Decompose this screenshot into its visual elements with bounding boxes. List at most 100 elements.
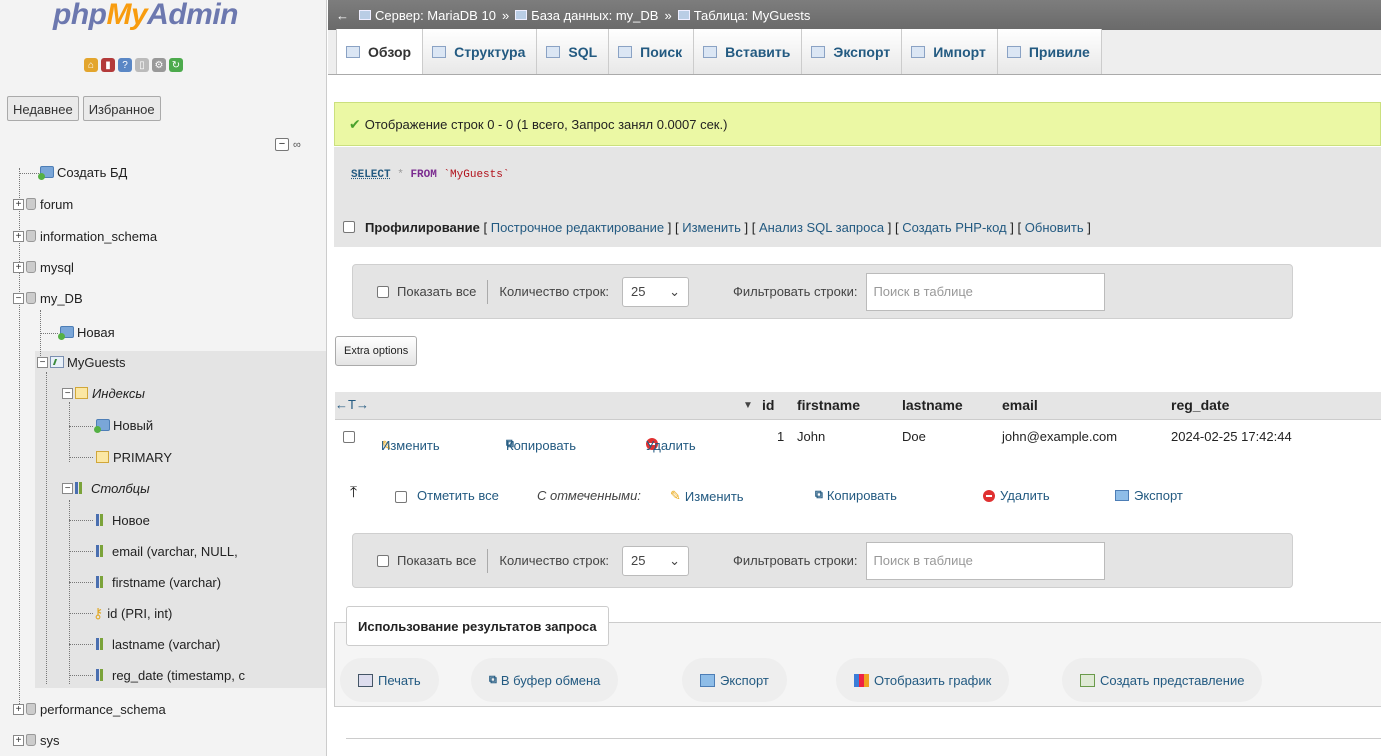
expand-icon[interactable]: + — [13, 261, 24, 273]
breadcrumb: ← Сервер: MariaDB 10 » База данных: my_D… — [328, 0, 1381, 30]
breadcrumb-server[interactable]: Сервер: MariaDB 10 — [359, 8, 496, 23]
bulk-export-button[interactable]: Экспорт — [1115, 488, 1183, 503]
tree-line — [40, 333, 58, 334]
tree-column-lastname[interactable]: lastname (varchar) — [96, 633, 220, 655]
tree-db-mysql[interactable]: + mysql — [13, 256, 74, 278]
header-reg-date[interactable]: reg_date — [1171, 397, 1229, 413]
explain-sql-link[interactable]: Анализ SQL запроса — [759, 220, 884, 235]
home-icon[interactable]: ⌂ — [84, 58, 98, 72]
show-all-checkbox[interactable] — [377, 285, 389, 298]
filter-rows-input[interactable]: Поиск в таблице — [866, 541, 1106, 580]
collapse-icon[interactable]: − — [62, 387, 73, 399]
tree-db-performance-schema[interactable]: + performance_schema — [13, 698, 166, 720]
reload-icon[interactable]: ↻ — [169, 58, 183, 72]
sql-keyword-select[interactable]: SELECT — [351, 169, 391, 181]
collapse-icon[interactable]: − — [37, 356, 48, 368]
header-id[interactable]: id — [762, 397, 774, 413]
breadcrumb-database[interactable]: База данных: my_DB — [515, 8, 658, 23]
breadcrumb-table[interactable]: Таблица: MyGuests — [677, 8, 810, 23]
expand-icon[interactable]: + — [13, 198, 24, 210]
bulk-delete-button[interactable]: Удалить — [983, 488, 1050, 503]
link-with-main-icon[interactable]: ∞ — [293, 139, 301, 151]
tab-import[interactable]: Импорт — [902, 29, 998, 74]
sort-icon[interactable]: ▼ — [743, 400, 753, 411]
refresh-link[interactable]: Обновить — [1025, 220, 1084, 235]
display-chart-button[interactable]: Отобразить график — [836, 658, 1010, 702]
primary-key-icon: ⚷ — [93, 604, 104, 621]
logout-icon[interactable]: ▮ — [101, 58, 115, 72]
bulk-copy-button[interactable]: ⧉ Копировать — [815, 488, 897, 503]
bulk-edit-button[interactable]: ✎ Изменить — [670, 488, 744, 504]
rows-per-page-select[interactable]: 25 ⌄ — [622, 545, 690, 576]
database-icon — [26, 292, 36, 304]
favorites-tab[interactable]: Избранное — [82, 96, 161, 121]
column-icon — [96, 638, 107, 650]
with-selected-bar: ⤒ Отметить все С отмеченными: ✎ Изменить … — [350, 484, 1183, 504]
edit-query-link[interactable]: Изменить — [682, 220, 741, 235]
expand-icon[interactable]: + — [13, 734, 24, 746]
recent-tab[interactable]: Недавнее — [7, 96, 79, 121]
tab-search[interactable]: Поиск — [609, 29, 695, 74]
tree-index-primary[interactable]: PRIMARY — [96, 446, 172, 468]
profiling-checkbox[interactable] — [343, 221, 355, 233]
table-icon — [677, 10, 690, 20]
tab-privileges[interactable]: Привиле — [997, 29, 1102, 74]
print-button[interactable]: Печать — [340, 658, 439, 702]
tab-sql[interactable]: SQL — [537, 29, 610, 74]
tree-db-sys[interactable]: + sys — [13, 729, 60, 751]
tab-export[interactable]: Экспорт — [802, 29, 903, 74]
export-button[interactable]: Экспорт — [682, 658, 787, 702]
tree-new-table[interactable]: Новая — [58, 321, 115, 343]
tree-column-email[interactable]: email (varchar, NULL, — [96, 540, 238, 562]
check-all-link[interactable]: Отметить все — [417, 488, 499, 503]
header-email[interactable]: email — [1002, 397, 1038, 413]
quick-icons: ⌂ ▮ ? ▯ ⚙ ↻ — [84, 58, 183, 72]
tree-new-column[interactable]: Новое — [96, 509, 150, 531]
tab-browse[interactable]: Обзор — [336, 29, 424, 74]
header-firstname[interactable]: firstname — [797, 397, 860, 413]
collapse-icon[interactable]: − — [62, 482, 73, 494]
tab-insert[interactable]: Вставить — [694, 29, 803, 74]
tree-indexes[interactable]: − Индексы — [62, 382, 145, 404]
phpmyadmin-logo[interactable]: phpMyAdmin — [53, 0, 238, 32]
collapse-all-icon[interactable]: − — [275, 138, 289, 151]
tree-db-forum[interactable]: + forum — [13, 193, 73, 215]
inline-edit-link[interactable]: Построчное редактирование — [491, 220, 664, 235]
show-all-checkbox[interactable] — [377, 554, 389, 567]
expand-icon[interactable]: + — [13, 703, 24, 715]
row-checkbox[interactable] — [343, 431, 355, 443]
tree-column-id[interactable]: ⚷ id (PRI, int) — [93, 602, 172, 624]
tab-structure[interactable]: Структура — [423, 29, 538, 74]
sidebar-tabs: Недавнее Избранное — [7, 96, 161, 121]
sql-query-display: SELECT * FROM `MyGuests` — [334, 147, 1381, 207]
expand-icon[interactable]: + — [13, 230, 24, 242]
column-resize-arrows-icon[interactable]: ←T→ — [335, 397, 369, 412]
cell-lastname: Doe — [902, 429, 926, 444]
create-php-code-link[interactable]: Создать PHP-код — [902, 220, 1006, 235]
tree-table-myguests[interactable]: − MyGuests — [37, 351, 126, 373]
server-icon — [359, 10, 371, 20]
rows-per-page-select[interactable]: 25 ⌄ — [622, 276, 690, 307]
back-arrow-icon[interactable]: ← — [336, 8, 349, 23]
help-icon[interactable]: ? — [118, 58, 132, 72]
copy-to-clipboard-button[interactable]: ⧉ В буфер обмена — [471, 658, 619, 702]
cell-firstname: John — [797, 429, 826, 444]
tree-columns[interactable]: − Столбцы — [62, 477, 150, 499]
filter-rows-input[interactable]: Поиск в таблице — [866, 272, 1106, 311]
collapse-icon[interactable]: − — [13, 292, 24, 304]
tree-new-index[interactable]: Новый — [94, 414, 153, 436]
create-view-button[interactable]: Создать представление — [1062, 658, 1263, 702]
check-all-checkbox[interactable] — [395, 491, 407, 503]
tree-line — [69, 520, 93, 521]
tree-create-db[interactable]: Создать БД — [38, 161, 127, 183]
tree-db-information-schema[interactable]: + information_schema — [13, 225, 157, 247]
tree-column-reg-date[interactable]: reg_date (timestamp, c — [96, 664, 245, 686]
header-lastname[interactable]: lastname — [902, 397, 963, 413]
docs-icon[interactable]: ▯ — [135, 58, 149, 72]
extra-options-button[interactable]: Extra options — [335, 336, 418, 366]
settings-gear-icon[interactable]: ⚙ — [152, 58, 166, 72]
view-icon — [1080, 673, 1095, 687]
export-icon — [1115, 490, 1129, 501]
tree-column-firstname[interactable]: firstname (varchar) — [96, 571, 221, 593]
tree-db-my-db[interactable]: − my_DB — [13, 287, 83, 309]
